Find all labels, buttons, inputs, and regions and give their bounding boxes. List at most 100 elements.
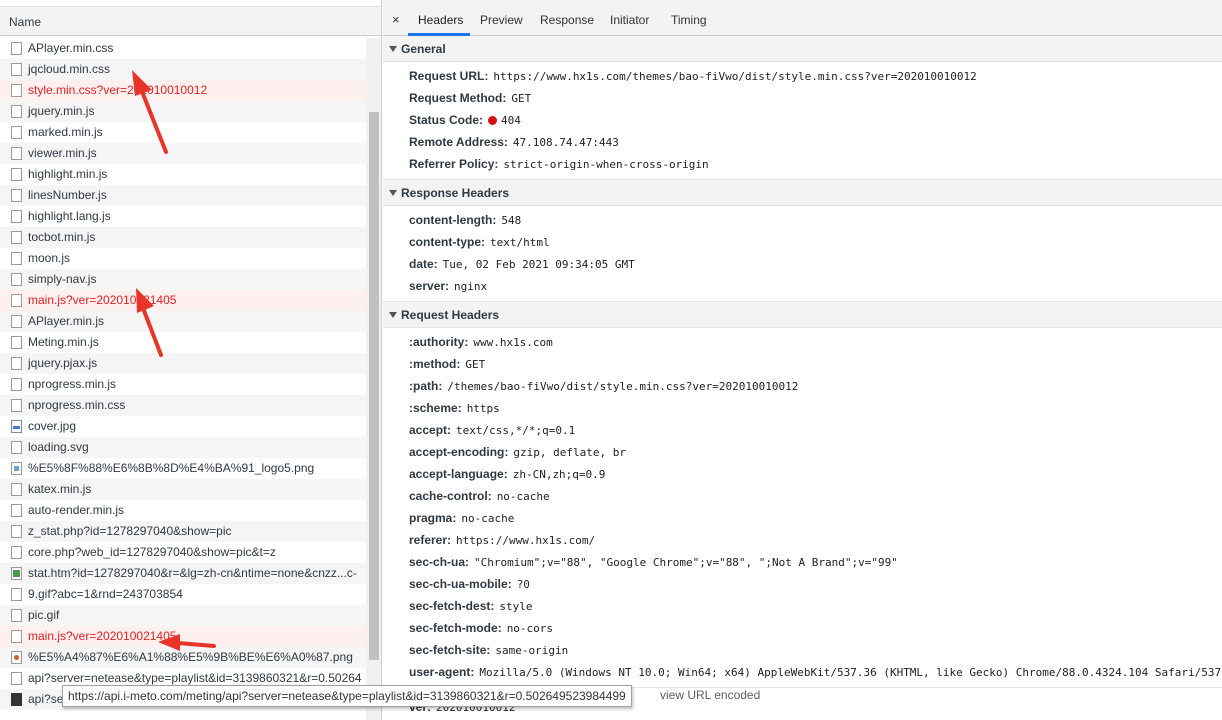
- response-headers-header[interactable]: Response Headers: [383, 180, 1222, 206]
- request-name: Meting.min.js: [28, 335, 99, 349]
- request-row[interactable]: %E5%8F%88%E6%8B%8D%E4%BA%91_logo5.png: [0, 458, 366, 479]
- header-row: :path: /themes/bao-fiVwo/dist/style.min.c…: [383, 375, 1222, 397]
- request-row[interactable]: pic.gif: [0, 605, 366, 626]
- request-row[interactable]: 9.gif?abc=1&rnd=243703854: [0, 584, 366, 605]
- request-row[interactable]: marked.min.js: [0, 122, 366, 143]
- header-row: Remote Address: 47.108.74.47:443: [383, 131, 1222, 153]
- header-key: user-agent:: [409, 665, 475, 679]
- request-row[interactable]: jqcloud.min.css: [0, 59, 366, 80]
- request-row[interactable]: loading.svg: [0, 437, 366, 458]
- close-icon[interactable]: ×: [392, 12, 400, 27]
- tab-response[interactable]: Response: [540, 13, 594, 27]
- header-row: server: nginx: [383, 275, 1222, 297]
- header-value: GET: [511, 92, 532, 105]
- request-row[interactable]: nprogress.min.css: [0, 395, 366, 416]
- request-row[interactable]: katex.min.js: [0, 479, 366, 500]
- request-row[interactable]: z_stat.php?id=1278297040&show=pic: [0, 521, 366, 542]
- header-value: style: [499, 600, 533, 613]
- request-row[interactable]: main.js?ver=202010021405: [0, 290, 366, 311]
- tab-initiator[interactable]: Initiator: [610, 13, 649, 27]
- request-row[interactable]: style.min.css?ver=202010010012: [0, 80, 366, 101]
- ext-icon: [11, 567, 22, 580]
- request-name: nprogress.min.css: [28, 398, 126, 412]
- header-value: no-cache: [496, 490, 550, 503]
- request-row[interactable]: jquery.min.js: [0, 101, 366, 122]
- header-value: GET: [465, 358, 486, 371]
- header-key: content-length:: [409, 213, 497, 227]
- request-name: loading.svg: [28, 440, 89, 454]
- request-row[interactable]: %E5%A4%87%E6%A1%88%E5%9B%BE%E6%A0%87.png: [0, 647, 366, 668]
- request-row[interactable]: main.js?ver=202010021405: [0, 626, 366, 647]
- scrollbar-thumb[interactable]: [369, 112, 379, 660]
- file-icon: [11, 672, 22, 685]
- request-name: APlayer.min.css: [28, 41, 114, 55]
- header-value: 47.108.74.47:443: [512, 136, 619, 149]
- tab-headers[interactable]: Headers: [418, 13, 463, 27]
- header-row: :scheme: https: [383, 397, 1222, 419]
- name-column-header[interactable]: Name: [0, 0, 381, 36]
- header-value: www.hx1s.com: [473, 336, 553, 349]
- header-row: sec-fetch-dest: style: [383, 595, 1222, 617]
- request-row[interactable]: highlight.lang.js: [0, 206, 366, 227]
- header-key: :scheme:: [409, 401, 462, 415]
- request-row[interactable]: core.php?web_id=1278297040&show=pic&t=z: [0, 542, 366, 563]
- request-name: z_stat.php?id=1278297040&show=pic: [28, 524, 232, 538]
- header-value: nginx: [454, 280, 488, 293]
- request-name: katex.min.js: [28, 482, 92, 496]
- file-icon: [11, 378, 22, 391]
- request-row[interactable]: simply-nav.js: [0, 269, 366, 290]
- general-section-header[interactable]: General: [383, 36, 1222, 62]
- header-value: strict-origin-when-cross-origin: [503, 158, 709, 171]
- header-value: "Chromium";v="88", "Google Chrome";v="88…: [474, 556, 898, 569]
- request-row[interactable]: APlayer.min.css: [0, 38, 366, 59]
- header-key: :authority:: [409, 335, 469, 349]
- file-icon: [11, 63, 22, 76]
- request-row[interactable]: cover.jpg: [0, 416, 366, 437]
- header-row: accept-encoding: gzip, deflate, br: [383, 441, 1222, 463]
- file-icon: [11, 189, 22, 202]
- file-icon: [11, 231, 22, 244]
- request-name: jqcloud.min.css: [28, 62, 111, 76]
- request-row[interactable]: jquery.pjax.js: [0, 353, 366, 374]
- request-row[interactable]: Meting.min.js: [0, 332, 366, 353]
- request-list-scrollbar[interactable]: [366, 38, 381, 720]
- file-icon: [11, 252, 22, 265]
- request-row[interactable]: moon.js: [0, 248, 366, 269]
- file-icon: [11, 588, 22, 601]
- file-icon: [11, 294, 22, 307]
- header-value: text/css,*/*;q=0.1: [456, 424, 576, 437]
- request-row[interactable]: linesNumber.js: [0, 185, 366, 206]
- view-url-encoded-link[interactable]: view URL encoded: [660, 688, 760, 702]
- header-key: date:: [409, 257, 438, 271]
- header-key: Request Method:: [409, 91, 507, 105]
- header-value: gzip, deflate, br: [513, 446, 626, 459]
- request-row[interactable]: auto-render.min.js: [0, 500, 366, 521]
- header-value: 548: [501, 214, 522, 227]
- request-row[interactable]: highlight.min.js: [0, 164, 366, 185]
- header-value: https://www.hx1s.com/themes/bao-fiVwo/di…: [493, 70, 977, 83]
- request-name: tocbot.min.js: [28, 230, 96, 244]
- response-headers-body: content-length: 548 content-type: text/html…: [383, 206, 1222, 302]
- request-row[interactable]: viewer.min.js: [0, 143, 366, 164]
- file-icon: [11, 273, 22, 286]
- tab-preview[interactable]: Preview: [480, 13, 523, 27]
- request-row[interactable]: nprogress.min.js: [0, 374, 366, 395]
- file-icon: [11, 210, 22, 223]
- file-icon: [11, 315, 22, 328]
- request-name: jquery.min.js: [28, 104, 95, 118]
- header-row: accept-language: zh-CN,zh;q=0.9: [383, 463, 1222, 485]
- request-row[interactable]: stat.htm?id=1278297040&r=&lg=zh-cn&ntime…: [0, 563, 366, 584]
- file-icon: [11, 546, 22, 559]
- header-row: sec-ch-ua-mobile: ?0: [383, 573, 1222, 595]
- request-headers-header[interactable]: Request Headers: [383, 302, 1222, 328]
- request-row[interactable]: tocbot.min.js: [0, 227, 366, 248]
- general-section: General Request URL: https://www.hx1s.com…: [383, 36, 1222, 180]
- header-key: sec-fetch-site:: [409, 643, 491, 657]
- request-row[interactable]: APlayer.min.js: [0, 311, 366, 332]
- tab-timing[interactable]: Timing: [671, 13, 707, 27]
- header-key: server:: [409, 279, 450, 293]
- file-icon: [11, 42, 22, 55]
- file-icon: [11, 525, 22, 538]
- request-name: %E5%A4%87%E6%A1%88%E5%9B%BE%E6%A0%87.png: [28, 650, 353, 664]
- triangle-down-icon: [389, 312, 397, 318]
